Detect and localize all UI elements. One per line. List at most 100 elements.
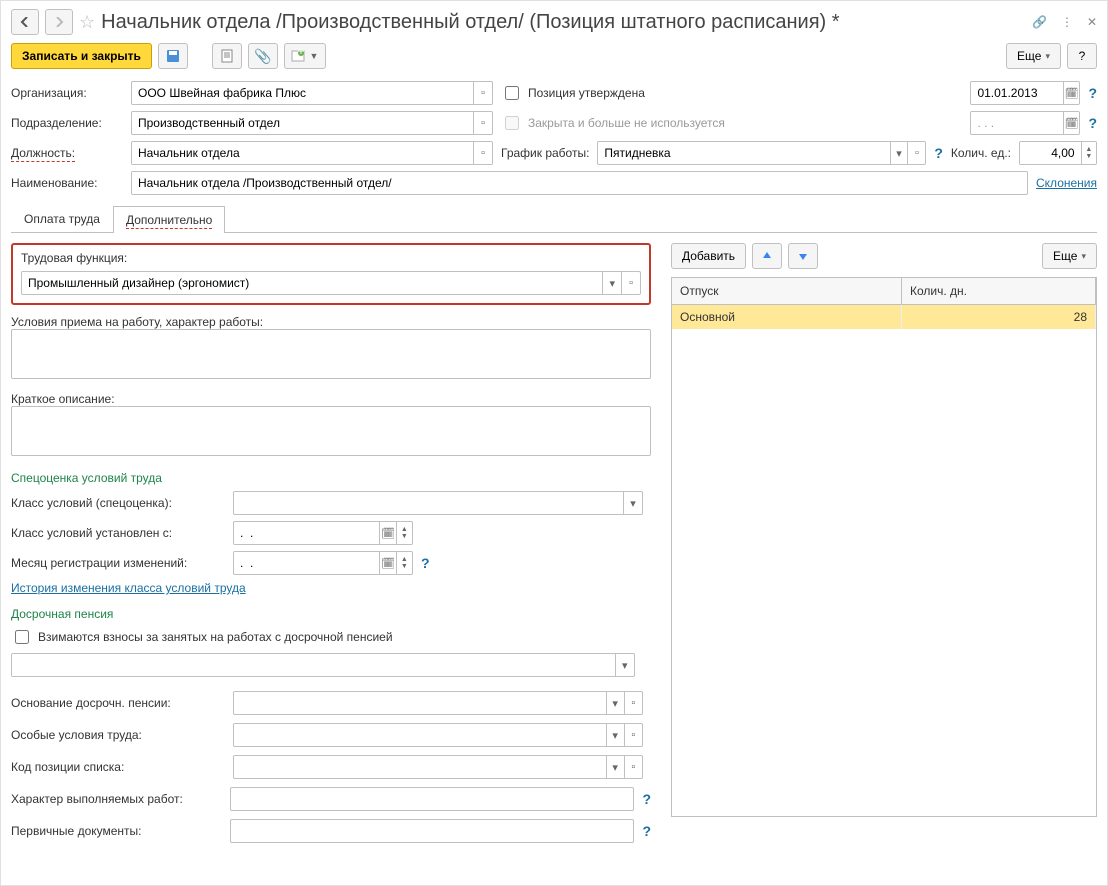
chevron-down-icon: ▼ [309,51,318,61]
schedule-field[interactable]: ▾ ▫ [597,141,926,165]
name-input[interactable] [132,176,1027,190]
help-icon[interactable]: ? [642,791,651,807]
list-code-field[interactable]: ▾▫ [233,755,643,779]
pension-basis-field[interactable]: ▾▫ [233,691,643,715]
class-field[interactable]: ▾ [233,491,643,515]
help-icon[interactable]: ? [1088,115,1097,131]
nav-back-button[interactable] [11,9,39,35]
calendar-icon[interactable]: 🗓 [379,522,395,544]
special-cond-field[interactable]: ▾▫ [233,723,643,747]
chevron-down-icon[interactable]: ▾ [606,756,624,778]
class-input[interactable] [234,496,623,510]
help-icon[interactable]: ? [1088,85,1097,101]
spinner-icon[interactable]: ▲▼ [1081,142,1096,164]
work-char-field[interactable] [230,787,634,811]
structure-button[interactable]: + ▼ [284,43,326,69]
open-icon[interactable]: ▫ [473,112,492,134]
hire-cond-textarea[interactable] [11,329,651,379]
class-label: Класс условий (спецоценка): [11,496,225,510]
open-icon[interactable]: ▫ [624,692,642,714]
open-icon[interactable]: ▫ [624,756,642,778]
spec-title: Спецоценка условий труда [11,471,651,485]
move-up-button[interactable] [752,243,782,269]
calendar-icon[interactable]: 🗓 [1063,82,1080,104]
more-button[interactable]: Еще ▾ [1006,43,1061,69]
tab-pay[interactable]: Оплата труда [11,205,113,232]
document-button[interactable] [212,43,242,69]
approved-checkbox[interactable]: Позиция утверждена [501,83,645,103]
link-icon[interactable]: 🔗 [1032,15,1047,29]
spinner-icon[interactable]: ▲▼ [396,522,412,544]
chevron-down-icon[interactable]: ▾ [890,142,908,164]
open-icon[interactable]: ▫ [473,82,492,104]
date-from-input[interactable] [971,86,1062,100]
open-icon[interactable]: ▫ [624,724,642,746]
close-icon[interactable]: ✕ [1087,15,1097,29]
date-to-field[interactable]: 🗓 [970,111,1080,135]
attachment-button[interactable]: 📎 [248,43,278,69]
chevron-down-icon[interactable]: ▾ [606,692,624,714]
count-field[interactable]: ▲▼ [1019,141,1097,165]
write-and-close-button[interactable]: Записать и закрыть [11,43,152,69]
closed-label: Закрыта и больше не используется [528,116,725,130]
dept-field[interactable]: ▫ [131,111,493,135]
chevron-down-icon[interactable]: ▾ [602,272,621,294]
declension-link[interactable]: Склонения [1036,176,1097,190]
chevron-down-icon[interactable]: ▾ [615,654,634,676]
count-input[interactable] [1020,146,1081,160]
chevron-down-icon[interactable]: ▾ [606,724,624,746]
pension-checkbox[interactable]: Взимаются взносы за занятых на работах с… [11,627,651,647]
reg-month-input[interactable] [234,556,379,570]
help-icon[interactable]: ? [421,555,430,571]
save-button[interactable] [158,43,188,69]
favorite-icon[interactable]: ☆ [79,12,95,33]
org-field[interactable]: ▫ [131,81,493,105]
save-icon [166,49,180,63]
vacation-table[interactable]: Отпуск Колич. дн. Основной 28 [671,277,1097,817]
position-input[interactable] [132,146,473,160]
pension-combo-input[interactable] [12,658,615,672]
nav-forward-button[interactable] [45,9,73,35]
reg-month-field[interactable]: 🗓 ▲▼ [233,551,413,575]
calendar-icon[interactable]: 🗓 [379,552,395,574]
labor-function-input[interactable] [22,276,602,290]
open-icon[interactable]: ▫ [621,272,640,294]
help-button[interactable]: ? [1067,43,1097,69]
reg-month-label: Месяц регистрации изменений: [11,556,225,570]
pension-combo[interactable]: ▾ [11,653,635,677]
labor-function-field[interactable]: ▾ ▫ [21,271,641,295]
dept-input[interactable] [132,116,473,130]
open-icon[interactable]: ▫ [473,142,492,164]
window-title: Начальник отдела /Производственный отдел… [101,11,1026,34]
add-button[interactable]: Добавить [671,243,746,269]
tab-extra[interactable]: Дополнительно [113,206,225,233]
class-date-field[interactable]: 🗓 ▲▼ [233,521,413,545]
name-field[interactable] [131,171,1028,195]
class-history-link[interactable]: История изменения класса условий труда [11,581,246,595]
command-bar: Записать и закрыть 📎 + ▼ Еще ▾ ? [11,43,1097,69]
position-field[interactable]: ▫ [131,141,493,165]
class-date-label: Класс условий установлен с: [11,526,225,540]
help-icon[interactable]: ? [934,145,943,161]
prim-docs-field[interactable] [230,819,634,843]
vacation-more-button[interactable]: Еще▾ [1042,243,1097,269]
spinner-icon[interactable]: ▲▼ [396,552,412,574]
open-icon[interactable]: ▫ [907,142,925,164]
date-from-field[interactable]: 🗓 [970,81,1080,105]
labor-function-group: Трудовая функция: ▾ ▫ [11,243,651,305]
card-icon: + [291,49,305,63]
calendar-icon[interactable]: 🗓 [1063,112,1080,134]
class-date-input[interactable] [234,526,379,540]
svg-text:+: + [298,49,305,58]
org-input[interactable] [132,86,473,100]
tab-content: Трудовая функция: ▾ ▫ Условия приема на … [11,243,1097,843]
schedule-input[interactable] [598,146,889,160]
move-down-button[interactable] [788,243,818,269]
chevron-down-icon[interactable]: ▾ [623,492,642,514]
short-desc-textarea[interactable] [11,406,651,456]
help-icon[interactable]: ? [642,823,651,839]
kebab-menu-icon[interactable]: ⋮ [1061,15,1073,29]
chevron-down-icon: ▾ [1045,51,1050,62]
date-to-input[interactable] [971,116,1062,130]
table-row[interactable]: Основной 28 [672,305,1096,329]
